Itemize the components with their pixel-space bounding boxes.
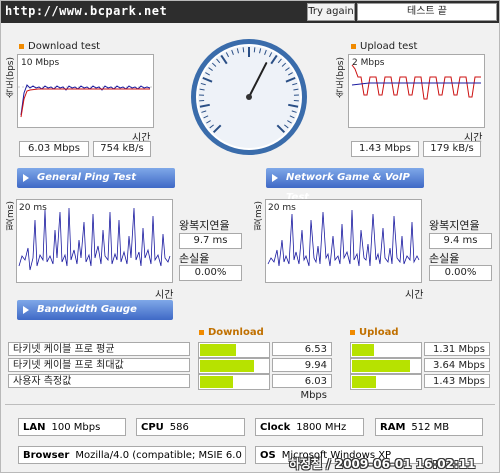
- download-chart: 10 Mbps: [17, 54, 154, 128]
- try-again-button[interactable]: Try again: [307, 3, 355, 21]
- game-section-header: Network Game & VoIP Test: [266, 168, 424, 203]
- upload-speed-mbps: 1.43 Mbps: [351, 141, 419, 157]
- ping-section-header: General Ping Test: [17, 168, 175, 188]
- game-loss-label: 손실율: [429, 252, 460, 265]
- ping-scale-label: 20 ms: [19, 203, 47, 213]
- upload-gauge-value: 1.31 Mbps: [424, 342, 490, 356]
- ping-series-line: [18, 207, 171, 271]
- upload-gauge-fill: [352, 344, 374, 356]
- browser-label: Browser: [23, 450, 70, 461]
- upload-title-text: Upload test: [360, 41, 418, 52]
- download-gauge-bar: [198, 374, 270, 390]
- upload-gauge-bar: [350, 358, 422, 374]
- download-y-axis-label: 속도(bps): [6, 57, 16, 99]
- ping-section-title: General Ping Test: [37, 172, 137, 183]
- game-y-axis-label: 핑(ms): [254, 201, 264, 231]
- game-scale-label: 20 ms: [268, 203, 296, 213]
- download-gauge-value: 6.53 Mbps: [272, 342, 332, 369]
- ping-rtt-value: 9.7 ms: [179, 233, 242, 249]
- download-gauge-value: 6.03 Mbps: [272, 374, 332, 401]
- bandwidth-download-header: Download: [199, 327, 264, 338]
- upload-y-axis-label: 속도(bps): [336, 57, 346, 99]
- game-series-line: [267, 209, 420, 267]
- ping-x-axis-label: 시간: [155, 290, 174, 301]
- cpu-info: CPU 586: [136, 418, 245, 436]
- download-speed-kbs: 754 kB/s: [93, 141, 151, 157]
- ram-label: RAM: [380, 422, 406, 433]
- bandwidth-download-header-text: Download: [208, 327, 264, 338]
- lan-value: 100 Mbps: [51, 422, 101, 433]
- upload-gauge-value: 1.43 Mbps: [424, 374, 490, 388]
- download-gauge-bar: [198, 342, 270, 358]
- site-url: http://www.bcpark.net: [5, 4, 168, 18]
- upload-series-line: [351, 64, 481, 100]
- lan-label: LAN: [23, 422, 46, 433]
- game-x-axis-label: 시간: [405, 290, 424, 301]
- clock-label: Clock: [260, 422, 291, 433]
- upload-gauge-fill: [352, 360, 410, 372]
- game-loss-value: 0.00%: [429, 265, 492, 281]
- upload-gauge-value: 3.64 Mbps: [424, 358, 490, 372]
- upload-title: Upload test: [351, 41, 417, 52]
- orange-square-icon: [199, 329, 204, 335]
- gauge-hub: [246, 94, 252, 100]
- cpu-label: CPU: [141, 422, 164, 433]
- download-avg-line: [20, 88, 150, 118]
- os-label: OS: [260, 450, 276, 461]
- download-gauge-value: 9.94 Mbps: [272, 358, 332, 385]
- upload-gauge-fill: [352, 376, 376, 388]
- upload-speed-kbs: 179 kB/s: [423, 141, 481, 157]
- download-gauge-fill: [200, 376, 233, 388]
- clock-value: 1800 MHz: [296, 422, 347, 433]
- ping-rtt-label: 왕복지연율: [179, 219, 230, 232]
- arrow-right-icon: [272, 174, 278, 182]
- browser-value: Mozilla/4.0 (compatible; MSIE 6.0: [75, 450, 242, 461]
- clock-info: Clock 1800 MHz: [255, 418, 364, 436]
- download-gauge-fill: [200, 344, 236, 356]
- arrow-right-icon: [23, 306, 29, 314]
- ram-info: RAM 512 MB: [375, 418, 483, 436]
- ram-value: 512 MB: [411, 422, 450, 433]
- ping-loss-value: 0.00%: [179, 265, 242, 281]
- game-chart: 20 ms: [265, 199, 422, 283]
- speed-test-window: http://www.bcpark.net Try again 테스트 끝 Do…: [0, 0, 500, 473]
- download-title: Download test: [19, 41, 100, 52]
- speed-gauge: [191, 39, 307, 155]
- upload-scale-label: 2 Mbps: [352, 58, 385, 68]
- upload-gauge-bar: [350, 342, 422, 358]
- bandwidth-upload-header-text: Upload: [359, 327, 399, 338]
- bandwidth-row-label: 사용자 측정값: [8, 374, 190, 388]
- orange-square-icon: [350, 329, 355, 335]
- orange-square-icon: [19, 43, 24, 49]
- gauge-tick: [253, 47, 256, 53]
- game-rtt-value: 9.4 ms: [429, 233, 492, 249]
- download-title-text: Download test: [28, 41, 101, 52]
- bandwidth-section-header: Bandwidth Gauge: [17, 300, 173, 320]
- download-gauge-bar: [198, 358, 270, 374]
- ping-chart: 20 ms: [16, 199, 173, 283]
- download-speed-mbps: 6.03 Mbps: [19, 141, 89, 157]
- orange-square-icon: [351, 43, 356, 49]
- download-scale-label: 10 Mbps: [21, 58, 60, 68]
- bandwidth-upload-header: Upload: [350, 327, 398, 338]
- download-gauge-fill: [200, 360, 254, 372]
- gauge-tick: [242, 47, 245, 53]
- upload-chart: 2 Mbps: [348, 54, 485, 128]
- ping-loss-label: 손실율: [179, 252, 210, 265]
- arrow-right-icon: [23, 174, 29, 182]
- lan-info: LAN 100 Mbps: [18, 418, 126, 436]
- bandwidth-section-title: Bandwidth Gauge: [37, 304, 137, 315]
- watermark: 하정철 / 2009-06-01 16:02:11: [289, 457, 476, 471]
- cpu-value: 586: [169, 422, 189, 433]
- upload-avg-line: [351, 82, 481, 86]
- status-field: 테스트 끝: [357, 3, 497, 21]
- game-rtt-label: 왕복지연율: [429, 219, 480, 232]
- upload-gauge-bar: [350, 374, 422, 390]
- browser-info: Browser Mozilla/4.0 (compatible; MSIE 6.0: [18, 446, 246, 464]
- bandwidth-row-label: 타키넷 케이블 프로 평균: [8, 342, 190, 356]
- bandwidth-row-label: 타키넷 케이블 프로 최대값: [8, 358, 190, 372]
